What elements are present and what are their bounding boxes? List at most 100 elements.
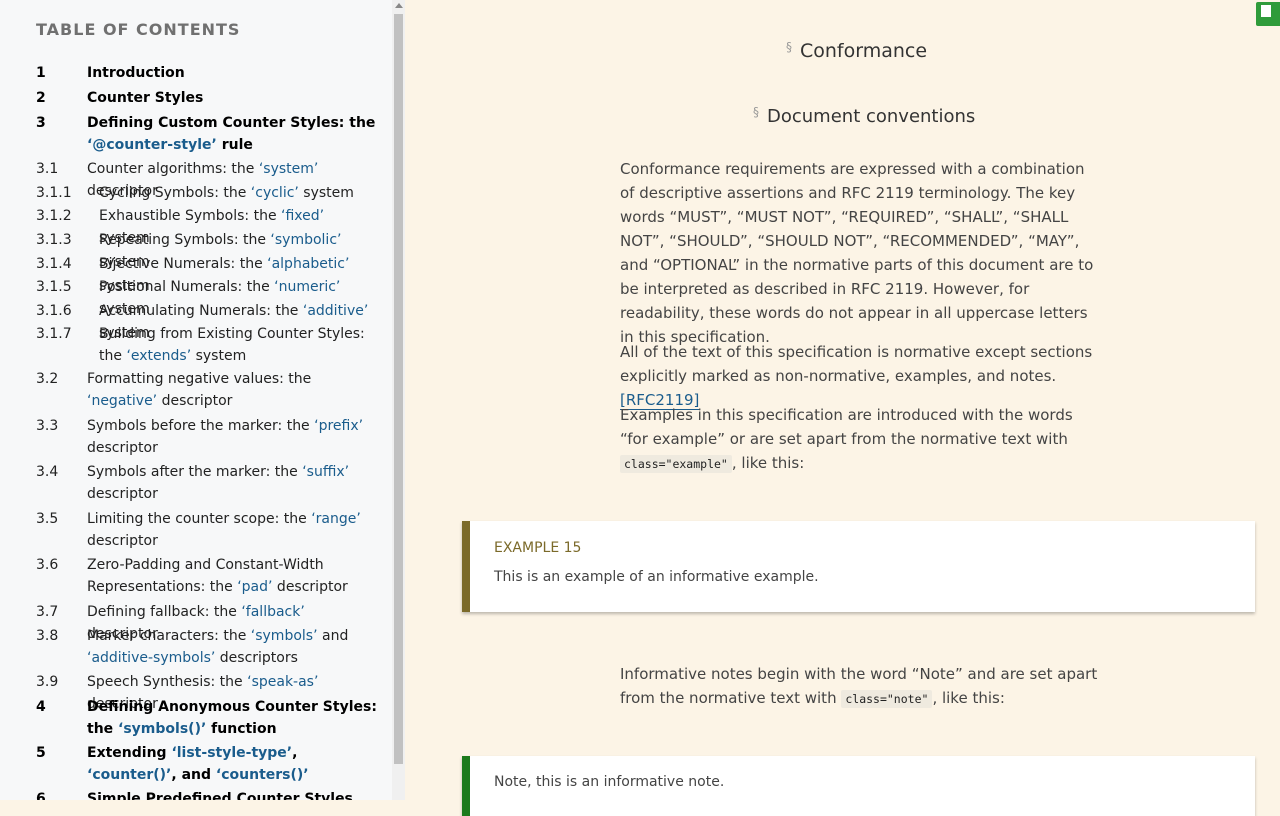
toc-item-number: 3.1.2 [36,208,72,224]
toc-property-link[interactable]: ‘fallback’ [241,604,304,620]
toc-item-label[interactable]: Building from Existing Counter Styles: t… [99,323,379,367]
toc-label-text: descriptors [215,650,298,666]
toc-item-number: 3.1.1 [36,185,72,201]
toc-item-number: 3.4 [36,464,59,480]
toc-item-label[interactable]: Defining Custom Counter Styles: the ‘@co… [87,112,377,156]
examples-text: Examples in this specification are intro… [620,406,1073,448]
toc-label-text: descriptor [272,579,348,595]
toc-label-text: , [292,745,298,761]
toc-item-number: 1 [36,65,46,81]
conformance-paragraph: Conformance requirements are expressed w… [620,160,1094,346]
toc-property-link[interactable]: ‘system’ [259,161,319,177]
toc-property-link[interactable]: ‘symbols()’ [118,721,206,737]
toc-item-label[interactable]: Formatting negative values: the ‘negativ… [87,368,377,412]
toc-property-link[interactable]: ‘@counter-style’ [87,137,217,153]
toc-label-text: descriptor [87,440,158,456]
toc-label-text: Simple Predefined Counter Styles [87,791,353,800]
toc-property-link[interactable]: ‘speak-as’ [247,674,318,690]
toc-label-text: Counter algorithms: the [87,161,259,177]
toc-item-label[interactable]: Simple Predefined Counter Styles [87,788,377,800]
toc-label-text: descriptor [87,486,158,502]
toc-item-label[interactable]: Marker characters: the ‘symbols’ and ‘ad… [87,625,377,669]
toc-property-link[interactable]: ‘symbolic’ [270,232,341,248]
toc-item-label[interactable]: Symbols after the marker: the ‘suffix’ d… [87,461,377,505]
toc-item-number: 5 [36,745,46,761]
toc-item-number: 3.8 [36,628,59,644]
toc-item-label[interactable]: Symbols before the marker: the ‘prefix’ … [87,415,377,459]
normative-paragraph: All of the text of this specification is… [620,340,1100,412]
toc-item-label[interactable]: Introduction [87,62,377,84]
toc-label-text: descriptor [87,533,158,549]
section-anchor-icon[interactable]: § [786,40,792,54]
toc-item-number: 3.1.6 [36,303,72,319]
toc-property-link[interactable]: ‘counter()’ [87,767,171,783]
toc-item-label[interactable]: Limiting the counter scope: the ‘range’ … [87,508,377,552]
heading-text: Document conventions [767,106,976,127]
toc-property-link[interactable]: ‘range’ [311,511,361,527]
toc-item-number: 3.7 [36,604,59,620]
toc-item-number: 3.1.7 [36,326,72,342]
note-class-code: class="note" [841,690,933,708]
example-label: EXAMPLE 15 [494,540,582,556]
toc-scrollbar-thumb[interactable] [394,14,403,764]
toc-label-text: Bijective Numerals: the [99,256,268,272]
section-heading-conformance: § Conformance [786,40,927,62]
toc-item-number: 3.6 [36,557,59,573]
table-of-contents-sidebar: TABLE OF CONTENTS 1 Introduction 2 Counter … [0,0,405,800]
toc-label-text: system [191,348,247,364]
toc-label-text: , and [171,767,216,783]
toc-label-text: descriptor [157,393,233,409]
toc-label-text: Extending [87,745,172,761]
toc-property-link[interactable]: ‘additive-symbols’ [87,650,215,666]
toc-property-link[interactable]: ‘suffix’ [302,464,349,480]
toc-property-link[interactable]: ‘pad’ [237,579,272,595]
toc-label-text: rule [216,137,253,153]
note-box: Note, this is an informative note. [462,756,1255,816]
toc-title: TABLE OF CONTENTS [36,20,241,39]
examples-text-end: , like this: [731,454,805,472]
toc-label-text: Counter Styles [87,90,204,106]
notes-text-end: , like this: [932,689,1005,707]
toc-label-text: Cycling Symbols: the [99,185,251,201]
toc-property-link[interactable]: ‘list-style-type’ [171,745,292,761]
toc-property-link[interactable]: ‘extends’ [126,348,191,364]
toc-label-text: Positional Numerals: the [99,279,275,295]
scroll-up-arrow-icon[interactable] [395,3,403,8]
section-anchor-icon[interactable]: § [753,105,759,119]
toc-property-link[interactable]: ‘negative’ [87,393,157,409]
toc-property-link[interactable]: ‘prefix’ [314,418,363,434]
status-badge-icon[interactable] [1256,2,1280,26]
toc-property-link[interactable]: ‘symbols’ [251,628,318,644]
examples-paragraph: Examples in this specification are intro… [620,403,1100,476]
toc-label-text: Accumulating Numerals: the [99,303,303,319]
toc-item-number: 3.9 [36,674,59,690]
toc-item-number: 3.5 [36,511,59,527]
toc-label-text: Formatting negative values: the [87,371,312,387]
toc-label-text: Marker characters: the [87,628,251,644]
toc-property-link[interactable]: ‘alphabetic’ [267,256,349,272]
toc-label-text: Limiting the counter scope: the [87,511,312,527]
toc-property-link[interactable]: ‘counters()’ [216,767,309,783]
toc-label-text: Introduction [87,65,185,81]
toc-item-label[interactable]: Extending ‘list-style-type’, ‘counter()’… [87,742,377,786]
toc-item-number: 3.2 [36,371,59,387]
heading-text: Conformance [800,40,928,62]
example-box: EXAMPLE 15 This is an example of an info… [462,521,1255,612]
toc-property-link[interactable]: ‘fixed’ [281,208,324,224]
toc-label-text: Speech Synthesis: the [87,674,248,690]
toc-item-label[interactable]: Counter Styles [87,87,377,109]
toc-property-link[interactable]: ‘cyclic’ [251,185,299,201]
toc-property-link[interactable]: ‘numeric’ [274,279,340,295]
toc-item-label[interactable]: Defining Anonymous Counter Styles: the ‘… [87,696,377,740]
toc-label-text: Symbols after the marker: the [87,464,303,480]
toc-label-text: Defining Custom Counter Styles: the [87,115,376,131]
toc-label-text: function [206,721,277,737]
toc-item-number: 6 [36,791,46,800]
toc-item-label[interactable]: Cycling Symbols: the ‘cyclic’ system [99,182,379,204]
toc-item-label[interactable]: Zero-Padding and Constant-Width Represen… [87,554,377,598]
toc-label-text: Symbols before the marker: the [87,418,315,434]
example-text: This is an example of an informative exa… [494,569,819,585]
toc-property-link[interactable]: ‘additive’ [303,303,368,319]
example-class-code: class="example" [620,455,732,473]
toc-label-text: and [317,628,349,644]
